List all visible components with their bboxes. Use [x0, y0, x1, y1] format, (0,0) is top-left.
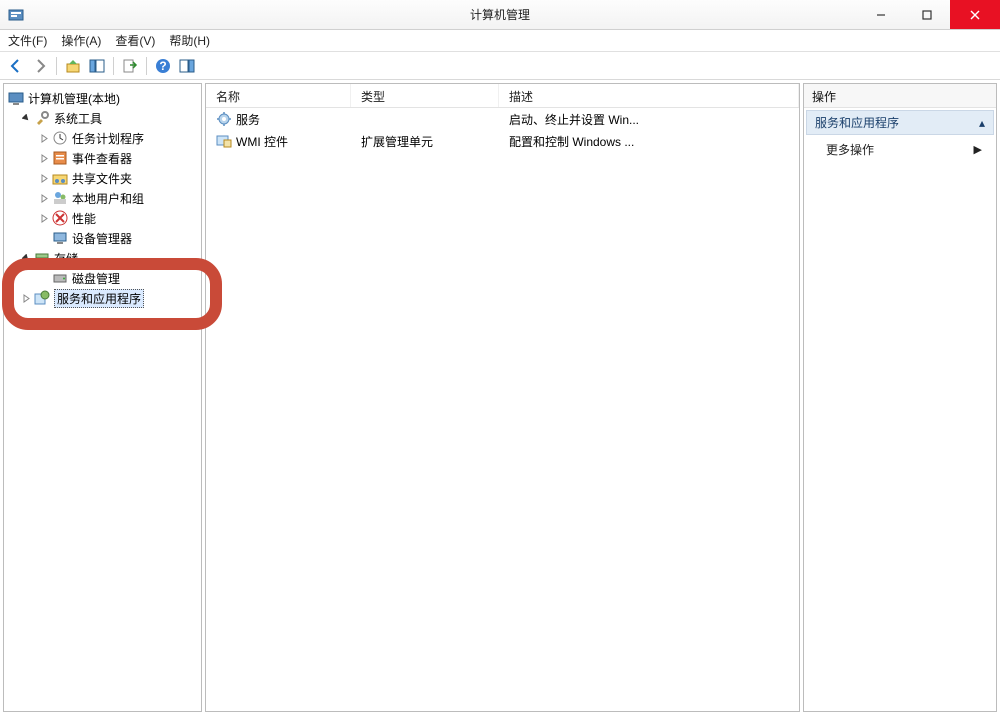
expander-open-icon[interactable]	[20, 252, 32, 264]
toolbar: ?	[0, 52, 1000, 80]
action-more[interactable]: 更多操作 ▶	[804, 137, 996, 162]
expander-closed-icon[interactable]	[38, 132, 50, 144]
menu-view[interactable]: 查看(V)	[115, 32, 155, 49]
tree-event-viewer[interactable]: 事件查看器	[4, 148, 201, 168]
list-rows: 服务 启动、终止并设置 Win... WMI 控件 扩展管理单元 配置和控制 W…	[206, 108, 799, 152]
close-button[interactable]	[950, 0, 1000, 29]
tree-label-selected: 服务和应用程序	[54, 289, 144, 308]
menu-action[interactable]: 操作(A)	[61, 32, 101, 49]
tree-root[interactable]: 计算机管理(本地)	[4, 88, 201, 108]
toolbar-separator	[146, 57, 147, 75]
list-pane: 名称 类型 描述 服务 启动、终止并设置 Win... WMI 控件 扩展管理单…	[205, 83, 800, 712]
up-button[interactable]	[62, 55, 84, 77]
tree-label: 事件查看器	[72, 150, 132, 167]
tree-label: 存储	[54, 250, 78, 267]
back-button[interactable]	[5, 55, 27, 77]
actions-group-title: 服务和应用程序	[815, 114, 899, 131]
expander-closed-icon[interactable]	[38, 172, 50, 184]
toolbar-separator	[113, 57, 114, 75]
expander-spacer	[38, 272, 50, 284]
clock-icon	[52, 130, 68, 146]
chevron-right-icon: ▶	[974, 143, 982, 156]
collapse-icon: ▴	[979, 116, 985, 130]
performance-icon	[52, 210, 68, 226]
services-apps-icon	[34, 290, 50, 306]
menu-file[interactable]: 文件(F)	[8, 32, 47, 49]
tree-label: 系统工具	[54, 110, 102, 127]
storage-icon	[34, 250, 50, 266]
event-icon	[52, 150, 68, 166]
shared-folder-icon	[52, 170, 68, 186]
list-header: 名称 类型 描述	[206, 84, 799, 108]
wmi-icon	[216, 133, 232, 149]
tree-shared-folders[interactable]: 共享文件夹	[4, 168, 201, 188]
forward-button[interactable]	[29, 55, 51, 77]
users-icon	[52, 190, 68, 206]
expander-spacer	[38, 232, 50, 244]
actions-header: 操作	[804, 84, 996, 108]
app-icon	[8, 7, 24, 23]
tree-storage[interactable]: 存储	[4, 248, 201, 268]
expander-closed-icon[interactable]	[38, 212, 50, 224]
workarea: 计算机管理(本地) 系统工具	[0, 80, 1000, 715]
show-hide-tree-button[interactable]	[86, 55, 108, 77]
tree-label: 共享文件夹	[72, 170, 132, 187]
tree-label: 性能	[72, 210, 96, 227]
tree-label: 本地用户和组	[72, 190, 144, 207]
tools-icon	[34, 110, 50, 126]
tree-local-users[interactable]: 本地用户和组	[4, 188, 201, 208]
gear-icon	[216, 111, 232, 127]
expander-open-icon[interactable]	[20, 112, 32, 124]
device-icon	[52, 230, 68, 246]
export-button[interactable]	[119, 55, 141, 77]
svg-text:?: ?	[159, 59, 166, 73]
tree-label: 磁盘管理	[72, 270, 120, 287]
tree-device-manager[interactable]: 设备管理器	[4, 228, 201, 248]
menu-help[interactable]: 帮助(H)	[169, 32, 210, 49]
tree-label: 任务计划程序	[72, 130, 144, 147]
disk-icon	[52, 270, 68, 286]
tree-label: 设备管理器	[72, 230, 132, 247]
list-item-services[interactable]: 服务 启动、终止并设置 Win...	[206, 108, 799, 130]
actions-pane: 操作 服务和应用程序 ▴ 更多操作 ▶	[803, 83, 997, 712]
show-hide-action-button[interactable]	[176, 55, 198, 77]
col-header-type[interactable]: 类型	[351, 84, 499, 107]
cell-name: WMI 控件	[236, 133, 288, 150]
help-button[interactable]: ?	[152, 55, 174, 77]
col-header-name[interactable]: 名称	[206, 84, 351, 107]
cell-desc: 配置和控制 Windows ...	[509, 133, 634, 150]
cell-desc: 启动、终止并设置 Win...	[509, 111, 639, 128]
list-item-wmi[interactable]: WMI 控件 扩展管理单元 配置和控制 Windows ...	[206, 130, 799, 152]
tree-label: 计算机管理(本地)	[28, 90, 120, 107]
expander-closed-icon[interactable]	[20, 292, 32, 304]
action-label: 更多操作	[826, 141, 874, 158]
expander-closed-icon[interactable]	[38, 192, 50, 204]
tree-disk-management[interactable]: 磁盘管理	[4, 268, 201, 288]
tree-task-scheduler[interactable]: 任务计划程序	[4, 128, 201, 148]
menubar: 文件(F) 操作(A) 查看(V) 帮助(H)	[0, 30, 1000, 52]
maximize-button[interactable]	[904, 0, 950, 29]
col-header-desc[interactable]: 描述	[499, 84, 799, 107]
tree-services-apps[interactable]: 服务和应用程序	[4, 288, 201, 308]
actions-group-header[interactable]: 服务和应用程序 ▴	[806, 110, 994, 135]
minimize-button[interactable]	[858, 0, 904, 29]
window-controls	[858, 0, 1000, 29]
toolbar-separator	[56, 57, 57, 75]
tree-performance[interactable]: 性能	[4, 208, 201, 228]
expander-closed-icon[interactable]	[38, 152, 50, 164]
window-title: 计算机管理	[470, 6, 530, 23]
computer-icon	[8, 90, 24, 106]
tree-pane: 计算机管理(本地) 系统工具	[3, 83, 202, 712]
titlebar: 计算机管理	[0, 0, 1000, 30]
cell-type: 扩展管理单元	[361, 133, 433, 150]
cell-name: 服务	[236, 111, 260, 128]
tree-system-tools[interactable]: 系统工具	[4, 108, 201, 128]
